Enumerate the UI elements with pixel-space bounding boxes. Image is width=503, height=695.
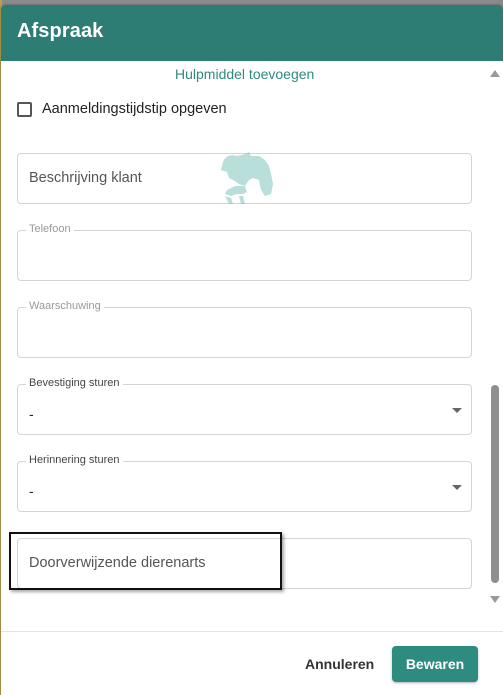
scroll-up-arrow-icon[interactable] — [490, 70, 500, 77]
checkin-time-checkbox-row[interactable]: Aanmeldingstijdstip opgeven — [17, 97, 227, 121]
cancel-button[interactable]: Annuleren — [297, 652, 382, 676]
send-reminder-label: Herinnering sturen — [26, 454, 123, 466]
appointment-dialog: Afspraak Hulpmiddel toevoegen Aanmelding… — [1, 5, 503, 695]
horse-logo-icon — [221, 152, 273, 204]
scrollbar[interactable] — [487, 61, 503, 633]
add-aid-link[interactable]: Hulpmiddel toevoegen — [175, 66, 314, 82]
referring-vet-placeholder: Doorverwijzende dierenarts — [29, 555, 206, 571]
dialog-header: Afspraak — [1, 5, 503, 61]
checkin-time-checkbox[interactable] — [17, 101, 32, 117]
scroll-down-arrow-icon[interactable] — [490, 596, 500, 603]
phone-label: Telefoon — [26, 223, 74, 235]
dialog-footer: Annuleren Bewaren — [1, 631, 503, 695]
client-description-placeholder: Beschrijving klant — [29, 170, 142, 186]
send-reminder-select[interactable]: Herinnering sturen - — [17, 454, 472, 512]
send-confirmation-select[interactable]: Bevestiging sturen - — [17, 377, 472, 435]
send-confirmation-label: Bevestiging sturen — [26, 377, 123, 389]
send-confirmation-value: - — [29, 406, 34, 422]
send-reminder-value: - — [29, 483, 34, 499]
scroll-thumb[interactable] — [491, 385, 499, 583]
dialog-title: Afspraak — [17, 20, 104, 42]
phone-field[interactable]: Telefoon — [17, 223, 472, 281]
save-button[interactable]: Bewaren — [392, 646, 478, 682]
warning-field[interactable]: Waarschuwing — [17, 300, 472, 358]
dialog-content: Hulpmiddel toevoegen Aanmeldingstijdstip… — [1, 61, 487, 633]
checkin-time-label: Aanmeldingstijdstip opgeven — [42, 101, 227, 117]
warning-label: Waarschuwing — [26, 300, 104, 312]
referring-vet-field[interactable]: Doorverwijzende dierenarts — [17, 538, 472, 589]
chevron-down-icon[interactable] — [452, 408, 462, 413]
chevron-down-icon[interactable] — [452, 485, 462, 490]
